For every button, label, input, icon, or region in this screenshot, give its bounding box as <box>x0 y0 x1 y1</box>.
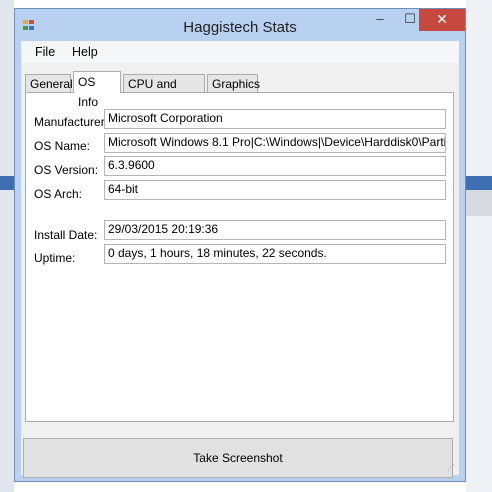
os-name-field[interactable]: Microsoft Windows 8.1 Pro|C:\Windows|\De… <box>104 133 446 153</box>
os-info-panel: Manufacturer: Microsoft Corporation OS N… <box>25 92 454 422</box>
desktop-taskbar-fragment <box>0 176 14 190</box>
os-version-label: OS Version: <box>34 163 99 177</box>
resize-grip-icon[interactable]: ⋰ <box>447 463 457 473</box>
uptime-label: Uptime: <box>34 251 76 265</box>
take-screenshot-button[interactable]: Take Screenshot <box>23 438 453 478</box>
close-icon[interactable]: ✕ <box>419 9 465 31</box>
menu-file[interactable]: File <box>35 45 55 59</box>
desktop-window-fragment <box>466 190 492 216</box>
app-window: Haggistech Stats – ☐ ✕ File Help General… <box>14 8 466 482</box>
os-name-label: OS Name: <box>34 139 91 153</box>
title-bar[interactable]: Haggistech Stats – ☐ ✕ <box>15 9 465 41</box>
install-date-field[interactable]: 29/03/2015 20:19:36 <box>104 220 446 240</box>
tab-general[interactable]: General <box>25 74 73 92</box>
os-version-field[interactable]: 6.3.9600 <box>104 156 446 176</box>
tab-cpu-and-ram[interactable]: CPU and RAM <box>123 74 205 109</box>
tab-graphics[interactable]: Graphics <box>207 74 260 92</box>
os-arch-label: OS Arch: <box>34 187 83 201</box>
client-area: File Help General OS Info CPU and RAM Gr… <box>21 41 459 478</box>
uptime-field[interactable]: 0 days, 1 hours, 18 minutes, 22 seconds. <box>104 244 446 264</box>
manufacturer-label: Manufacturer: <box>34 115 109 129</box>
desktop-taskbar-fragment <box>466 176 492 190</box>
desktop-background-left <box>0 0 14 492</box>
os-arch-field[interactable]: 64-bit <box>104 180 446 200</box>
desktop-background-right <box>466 0 492 492</box>
tab-os-info[interactable]: OS Info <box>73 71 121 109</box>
minimize-icon[interactable]: – <box>367 9 393 31</box>
menu-help[interactable]: Help <box>72 45 98 59</box>
manufacturer-field[interactable]: Microsoft Corporation <box>104 109 446 129</box>
install-date-label: Install Date: <box>34 228 98 242</box>
menu-bar: File Help <box>21 41 459 63</box>
